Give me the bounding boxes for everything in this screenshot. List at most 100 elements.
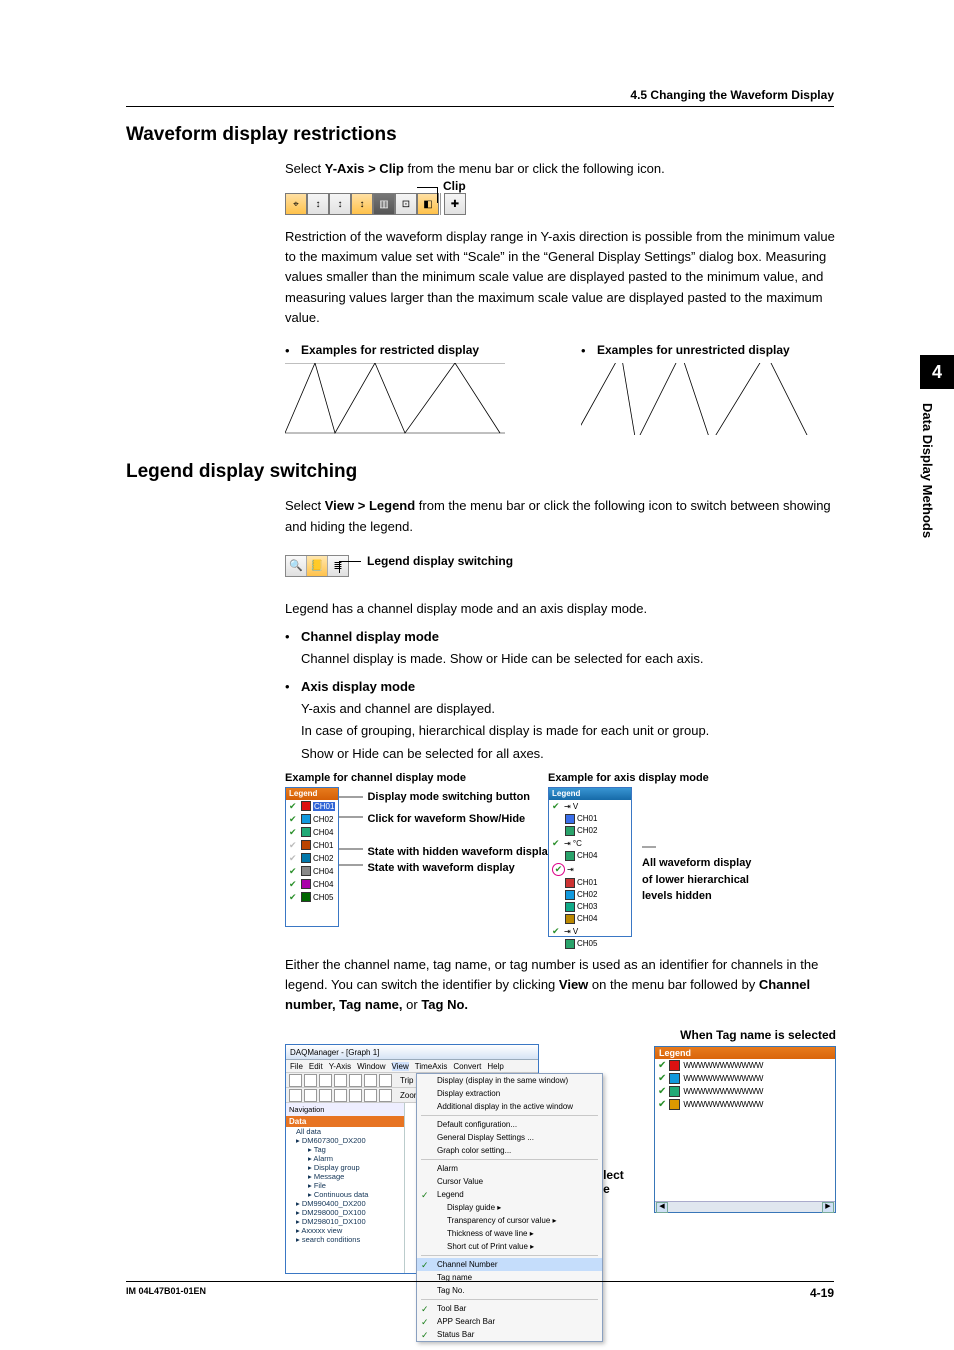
footer-page-number: 4-19 bbox=[810, 1286, 834, 1300]
menu-item[interactable]: Tool Bar bbox=[417, 1302, 602, 1315]
legend-toggle-icon[interactable]: 📒 bbox=[307, 556, 328, 576]
tree-item[interactable]: ▸ DM607300_DX200 bbox=[286, 1136, 404, 1145]
legend-axis-row[interactable]: CH04 bbox=[549, 913, 631, 925]
check-icon: ✔ bbox=[658, 1099, 666, 1110]
legend-channel-row[interactable]: ✔CH04 bbox=[286, 865, 338, 878]
clip-icon[interactable]: ◧ bbox=[417, 193, 439, 215]
waveform-lead: Select Y-Axis > Clip from the menu bar o… bbox=[285, 159, 836, 179]
scroll-left-icon[interactable]: ◀ bbox=[656, 1202, 668, 1213]
check-icon: ✔ bbox=[658, 1073, 666, 1084]
legend-channel-row[interactable]: ✔CH05 bbox=[286, 891, 338, 904]
tag-legend-row[interactable]: ✔WWWWWWWWWWW bbox=[655, 1085, 835, 1098]
menu-item[interactable]: Graph color setting... bbox=[417, 1144, 602, 1157]
check-icon: ✔ bbox=[289, 801, 299, 812]
daq-titlebar: DAQManager - [Graph 1] bbox=[286, 1045, 538, 1060]
menu-item[interactable]: Alarm bbox=[417, 1162, 602, 1175]
axis-mode-title: Axis display mode bbox=[301, 677, 415, 697]
toolbar-icon[interactable]: ↕ bbox=[307, 193, 329, 215]
section-header: 4.5 Changing the Waveform Display bbox=[630, 88, 834, 102]
tree-item[interactable]: ▸ Alarm bbox=[286, 1154, 404, 1163]
legend-axis-group[interactable]: ✔⇥ °C bbox=[549, 837, 631, 850]
color-swatch bbox=[565, 878, 575, 888]
tree-item[interactable]: ▸ Axxxxx view bbox=[286, 1226, 404, 1235]
menu-item[interactable]: Window bbox=[357, 1062, 385, 1071]
menu-item[interactable]: Help bbox=[487, 1062, 503, 1071]
menu-item[interactable]: Transparency of cursor value ▸ bbox=[417, 1214, 602, 1227]
tree-item[interactable]: ▸ Tag bbox=[286, 1145, 404, 1154]
legend-hasmodes: Legend has a channel display mode and an… bbox=[285, 599, 836, 619]
menu-item[interactable]: TimeAxis bbox=[415, 1062, 448, 1071]
legend-axis-row[interactable]: CH05 bbox=[549, 938, 631, 950]
tree-item[interactable]: ▸ Display group bbox=[286, 1163, 404, 1172]
menu-item[interactable]: Channel Number bbox=[417, 1258, 602, 1271]
legend-channel-row[interactable]: ✔CH01 bbox=[286, 839, 338, 852]
legend-axis-row[interactable]: CH04 bbox=[549, 850, 631, 862]
axis-unit: ⇥ V bbox=[564, 927, 578, 936]
legend-axis-group[interactable]: ✔⇥ V bbox=[549, 800, 631, 813]
legend-axis-row[interactable]: CH03 bbox=[549, 901, 631, 913]
channel-name: CH02 bbox=[577, 826, 597, 835]
axis-legend-panel: Legend ✔⇥ VCH01CH02✔⇥ °CCH04✔⇥ CH01CH02C… bbox=[548, 787, 632, 937]
legend-channel-row[interactable]: ✔CH02 bbox=[286, 813, 338, 826]
ex-axis-title: Example for axis display mode bbox=[548, 772, 813, 784]
menu-item[interactable]: Cursor Value bbox=[417, 1175, 602, 1188]
menu-item[interactable]: Additional display in the active window bbox=[417, 1100, 602, 1113]
tag-legend-row[interactable]: ✔WWWWWWWWWWW bbox=[655, 1059, 835, 1072]
color-swatch bbox=[565, 814, 575, 824]
toolbar-icon[interactable]: ▥ bbox=[373, 193, 395, 215]
legend-axis-group[interactable]: ✔⇥ bbox=[549, 862, 631, 877]
tree-item[interactable]: ▸ DM298000_DX100 bbox=[286, 1208, 404, 1217]
menu-item[interactable]: File bbox=[290, 1062, 303, 1071]
menu-item[interactable]: Status Bar bbox=[417, 1328, 602, 1341]
legend-channel-row[interactable]: ✔CH02 bbox=[286, 852, 338, 865]
menu-item[interactable]: APP Search Bar bbox=[417, 1315, 602, 1328]
menu-item[interactable]: Default configuration... bbox=[417, 1118, 602, 1131]
menu-item[interactable]: Display extraction bbox=[417, 1087, 602, 1100]
toolbar-icon[interactable]: ↕ bbox=[351, 193, 373, 215]
tree-item[interactable]: All data bbox=[286, 1127, 404, 1136]
legend-axis-row[interactable]: CH02 bbox=[549, 889, 631, 901]
legend-axis-row[interactable]: CH01 bbox=[549, 877, 631, 889]
menu-item[interactable]: Thickness of wave line ▸ bbox=[417, 1227, 602, 1240]
toolbar-icon[interactable]: ⌖ bbox=[285, 193, 307, 215]
tree-item[interactable]: ▸ DM298010_DX100 bbox=[286, 1217, 404, 1226]
menu-item[interactable]: Convert bbox=[453, 1062, 481, 1071]
waveform-para: Restriction of the waveform display rang… bbox=[285, 227, 836, 328]
channel-name: CH04 bbox=[313, 828, 333, 837]
tree-item[interactable]: ▸ search conditions bbox=[286, 1235, 404, 1244]
tag-legend-row[interactable]: ✔WWWWWWWWWWW bbox=[655, 1098, 835, 1111]
legend-axis-row[interactable]: CH02 bbox=[549, 825, 631, 837]
menu-item[interactable]: Display (display in the same window) bbox=[417, 1074, 602, 1087]
tree-item[interactable]: ▸ File bbox=[286, 1181, 404, 1190]
tree-item[interactable]: ▸ Continuous data bbox=[286, 1190, 404, 1199]
toolbar-icon[interactable]: ⊡ bbox=[395, 193, 417, 215]
menu-item[interactable]: Display guide ▸ bbox=[417, 1201, 602, 1214]
menu-item[interactable]: Edit bbox=[309, 1062, 323, 1071]
tree-item[interactable]: ▸ Message bbox=[286, 1172, 404, 1181]
tag-legend-row[interactable]: ✔WWWWWWWWWWW bbox=[655, 1072, 835, 1085]
menu-item[interactable]: Y-Axis bbox=[329, 1062, 351, 1071]
list-icon[interactable]: ≣ bbox=[328, 556, 348, 576]
legend-channel-row[interactable]: ✔CH01 bbox=[286, 800, 338, 813]
menu-item[interactable]: View bbox=[392, 1062, 409, 1071]
legend-axis-row[interactable]: CH01 bbox=[549, 813, 631, 825]
daq-menubar: File Edit Y-Axis Window View TimeAxis Convert H… bbox=[286, 1060, 538, 1073]
menu-item[interactable]: Short cut of Print value ▸ bbox=[417, 1240, 602, 1253]
legend-lead: Select View > Legend from the menu bar o… bbox=[285, 496, 836, 536]
legend-channel-row[interactable]: ✔CH04 bbox=[286, 826, 338, 839]
check-icon: ✔ bbox=[289, 853, 299, 864]
check-icon: ✔ bbox=[289, 840, 299, 851]
toolbar-icon[interactable]: ✚ bbox=[444, 193, 466, 215]
channel-name: CH04 bbox=[313, 867, 333, 876]
channel-name: CH04 bbox=[313, 880, 333, 889]
menu-item[interactable]: Legend bbox=[417, 1188, 602, 1201]
tree-item[interactable]: ▸ DM990400_DX200 bbox=[286, 1199, 404, 1208]
toolbar-icon[interactable]: ↕ bbox=[329, 193, 351, 215]
legend-axis-group[interactable]: ✔⇥ V bbox=[549, 925, 631, 938]
legend-channel-row[interactable]: ✔CH04 bbox=[286, 878, 338, 891]
axis-mode-body2: In case of grouping, hierarchical displa… bbox=[301, 721, 836, 741]
menu-item[interactable]: General Display Settings ... bbox=[417, 1131, 602, 1144]
scroll-right-icon[interactable]: ▶ bbox=[822, 1202, 834, 1213]
color-swatch bbox=[669, 1073, 680, 1084]
zoom-icon[interactable]: 🔍 bbox=[286, 556, 307, 576]
